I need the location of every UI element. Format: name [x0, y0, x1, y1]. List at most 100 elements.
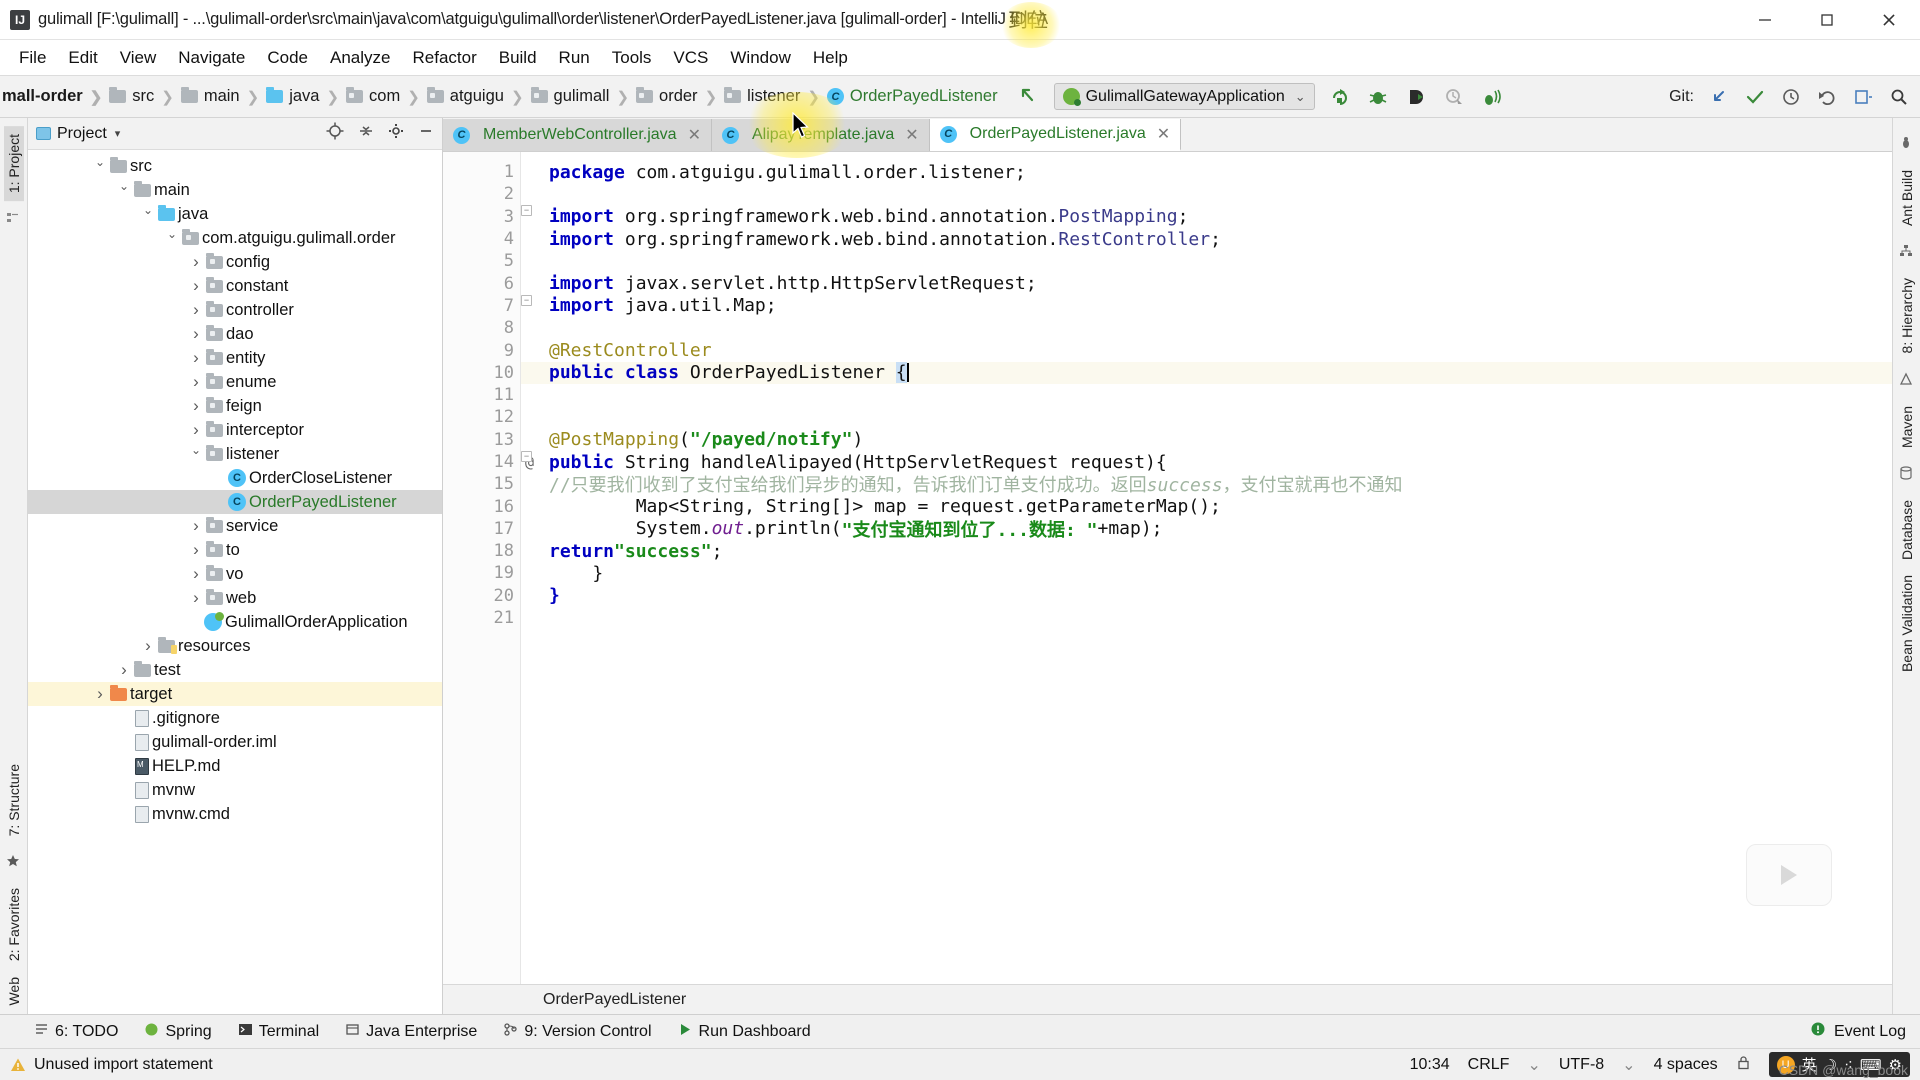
chevron-right-icon[interactable]: [116, 660, 132, 680]
hide-panel-icon[interactable]: [418, 123, 434, 144]
chevron-right-icon[interactable]: [188, 588, 204, 608]
chevron-down-icon[interactable]: [188, 447, 204, 461]
close-icon[interactable]: ✕: [905, 125, 918, 145]
code-editor[interactable]: 1 2 3 4 5 6 7 8 9 10 11 12 13 14 @15 16 17 18 19 20 21 − − −…: [443, 152, 1892, 984]
tree-node-web[interactable]: web: [28, 586, 442, 610]
code-content[interactable]: − − − package com.atguigu.gulimall.order…: [521, 152, 1892, 984]
chevron-right-icon[interactable]: [188, 252, 204, 272]
tool-window-version-control[interactable]: 9: Version Control: [503, 1022, 652, 1042]
sidebar-item-favorites[interactable]: 2: Favorites: [4, 880, 24, 969]
menu-code[interactable]: Code: [256, 45, 319, 71]
chevron-down-icon[interactable]: [164, 231, 180, 245]
chevron-right-icon[interactable]: [188, 372, 204, 392]
menu-build[interactable]: Build: [488, 45, 548, 71]
debug-icon[interactable]: [1367, 86, 1389, 108]
line-number-5[interactable]: 5: [443, 250, 520, 272]
menu-run[interactable]: Run: [548, 45, 601, 71]
breadcrumb-com[interactable]: com ❯: [346, 87, 427, 106]
line-number-15[interactable]: 15: [443, 473, 520, 495]
chevron-down-icon[interactable]: [92, 159, 108, 173]
tree-node-feign[interactable]: feign: [28, 394, 442, 418]
tree-node-constant[interactable]: constant: [28, 274, 442, 298]
tree-node-listener[interactable]: listener: [28, 442, 442, 466]
run-with-coverage-icon[interactable]: [1405, 86, 1427, 108]
tree-node-resources[interactable]: resources: [28, 634, 442, 658]
line-number-4[interactable]: 4: [443, 228, 520, 250]
tree-node-enume[interactable]: enume: [28, 370, 442, 394]
tree-node-interceptor[interactable]: interceptor: [28, 418, 442, 442]
line-number-17[interactable]: 17: [443, 518, 520, 540]
tree-node-mvnw-cmd[interactable]: mvnw.cmd: [28, 802, 442, 826]
chevron-right-icon[interactable]: [188, 276, 204, 296]
line-number-8[interactable]: 8: [443, 317, 520, 339]
tool-window-spring[interactable]: Spring: [144, 1022, 212, 1042]
breadcrumb-main[interactable]: main ❯: [180, 87, 266, 106]
tree-node--gitignore[interactable]: .gitignore: [28, 706, 442, 730]
tree-node-dao[interactable]: dao: [28, 322, 442, 346]
lock-icon[interactable]: [1736, 1055, 1751, 1075]
rerun-icon[interactable]: [1329, 86, 1351, 108]
settings-gear-icon[interactable]: [388, 123, 404, 144]
project-tree[interactable]: srcmain java com.atguigu.gulimall.order con…: [28, 150, 442, 1014]
line-number-11[interactable]: 11: [443, 384, 520, 406]
breadcrumb-module[interactable]: mall-order ❯: [2, 87, 109, 106]
fold-marker-imports2[interactable]: −: [521, 295, 532, 306]
profiler-icon[interactable]: [1443, 86, 1465, 108]
chevron-down-icon[interactable]: [116, 183, 132, 197]
tree-node-help-md[interactable]: HELP.md: [28, 754, 442, 778]
line-number-6[interactable]: 6: [443, 272, 520, 294]
chevron-right-icon[interactable]: [140, 636, 156, 656]
tree-node-service[interactable]: service: [28, 514, 442, 538]
chevron-right-icon[interactable]: [188, 324, 204, 344]
sidebar-item-hierarchy[interactable]: 8: Hierarchy: [1897, 270, 1917, 361]
event-log-button[interactable]: Event Log: [1810, 1021, 1920, 1042]
breadcrumb-gulimall[interactable]: gulimall ❯: [530, 87, 637, 106]
tree-node-orderpayedlistener[interactable]: C OrderPayedListener: [28, 490, 442, 514]
search-everywhere-icon[interactable]: [1888, 86, 1910, 108]
minimize-button[interactable]: [1734, 0, 1796, 39]
chevron-right-icon[interactable]: [188, 396, 204, 416]
chevron-down-icon[interactable]: [140, 207, 156, 221]
database-icon[interactable]: [1899, 465, 1915, 482]
chevron-right-icon[interactable]: [188, 300, 204, 320]
navigate-back-icon[interactable]: [1016, 83, 1038, 111]
tree-node-gulimall-order-iml[interactable]: gulimall-order.iml: [28, 730, 442, 754]
chevron-right-icon[interactable]: [188, 540, 204, 560]
file-encoding[interactable]: UTF-8: [1559, 1056, 1604, 1074]
menu-refactor[interactable]: Refactor: [401, 45, 487, 71]
line-number-7[interactable]: 7: [443, 295, 520, 317]
ant-build-icon[interactable]: [1899, 136, 1915, 152]
close-icon[interactable]: ✕: [1157, 124, 1170, 144]
breadcrumb-listener[interactable]: listener ❯: [724, 87, 827, 106]
sidebar-item-bean-validation[interactable]: Bean Validation: [1897, 567, 1917, 680]
line-number-1[interactable]: 1: [443, 161, 520, 183]
tree-node-src[interactable]: src: [28, 154, 442, 178]
menu-help[interactable]: Help: [802, 45, 859, 71]
tool-window-todo[interactable]: 6: TODO: [34, 1022, 118, 1042]
tree-node-to[interactable]: to: [28, 538, 442, 562]
menu-navigate[interactable]: Navigate: [167, 45, 256, 71]
chevron-right-icon[interactable]: [92, 684, 108, 704]
run-configuration-selector[interactable]: GulimallGatewayApplication ⌄: [1053, 83, 1315, 110]
tree-node-ordercloselistener[interactable]: C OrderCloseListener: [28, 466, 442, 490]
line-number-20[interactable]: 20: [443, 585, 520, 607]
breadcrumb-src[interactable]: src ❯: [109, 87, 181, 106]
sidebar-item-maven[interactable]: Maven: [1897, 398, 1917, 456]
chevron-right-icon[interactable]: [188, 516, 204, 536]
line-number-2[interactable]: 2: [443, 183, 520, 205]
maximize-button[interactable]: [1796, 0, 1858, 39]
line-number-16[interactable]: 16: [443, 495, 520, 517]
tool-window-run-dashboard[interactable]: Run Dashboard: [678, 1022, 811, 1042]
line-number-14[interactable]: 14 @: [443, 451, 534, 473]
update-project-icon[interactable]: [1708, 86, 1730, 108]
menu-vcs[interactable]: VCS: [662, 45, 719, 71]
breadcrumb-atguigu[interactable]: atguigu ❯: [426, 87, 531, 106]
chevron-down-icon[interactable]: ▾: [115, 127, 121, 140]
chevron-right-icon[interactable]: [188, 348, 204, 368]
breadcrumb-class[interactable]: C OrderPayedListener: [826, 87, 998, 106]
tree-node-mvnw[interactable]: mvnw: [28, 778, 442, 802]
line-number-9[interactable]: 9: [443, 339, 520, 361]
editor-tab-memberwebcontroller[interactable]: C MemberWebController.java ✕: [443, 119, 712, 151]
rollback-icon[interactable]: [1816, 86, 1838, 108]
menu-window[interactable]: Window: [719, 45, 801, 71]
